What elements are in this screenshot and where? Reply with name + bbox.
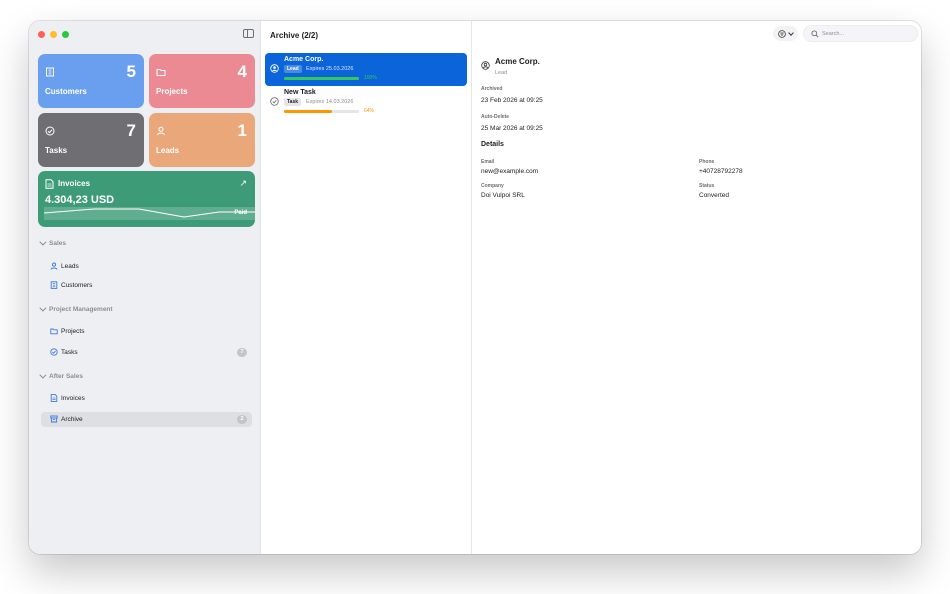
- checkmark-circle-icon: [45, 126, 55, 136]
- tasks-count: 7: [126, 121, 136, 140]
- sidebar-item-tasks-label: Tasks: [61, 349, 78, 356]
- folder-icon: [50, 328, 58, 335]
- list-item-tag: Task: [284, 98, 302, 106]
- invoices-sparkline: [44, 207, 255, 220]
- tile-projects[interactable]: 4 Projects: [149, 54, 255, 108]
- filter-button[interactable]: [773, 26, 798, 41]
- sidebar-item-customers[interactable]: Customers: [41, 278, 252, 293]
- archived-label: Archived: [481, 86, 503, 92]
- email-value: new@example.com: [481, 168, 539, 175]
- archive-count-badge: 2: [237, 415, 247, 424]
- detail-pane: Acme Corp. Lead Archived 23 Feb 2026 at …: [472, 21, 921, 554]
- customers-label: Customers: [45, 87, 87, 96]
- invoices-amount: 4.304,23 USD: [45, 194, 115, 206]
- leads-label: Leads: [156, 146, 180, 155]
- auto-delete-label: Auto-Delete: [481, 114, 510, 120]
- document-icon: [45, 179, 54, 189]
- customers-count: 5: [126, 62, 136, 81]
- phone-label: Phone: [699, 159, 715, 165]
- company-value: Doi Vulpoi SRL: [481, 192, 525, 199]
- list-title: Archive (2/2): [270, 31, 319, 40]
- list-item-expiry: Expires 25.03.2026: [306, 66, 354, 72]
- detail-name: Acme Corp.: [495, 57, 540, 66]
- list-item-tag: Lead: [284, 65, 302, 73]
- expand-arrow-icon[interactable]: ↗: [239, 178, 247, 189]
- sidebar-toggle-icon[interactable]: [243, 29, 254, 38]
- detail-type: Lead: [495, 70, 508, 76]
- folder-icon: [156, 69, 166, 76]
- archive-box-icon: [50, 415, 58, 423]
- projects-label: Projects: [156, 87, 188, 96]
- archived-value: 23 Feb 2026 at 09:25: [481, 97, 543, 104]
- sidebar-item-leads-label: Leads: [61, 263, 79, 270]
- tasks-count-badge: 7: [237, 348, 247, 357]
- list-item-title: Acme Corp.: [284, 56, 324, 63]
- search-icon: [811, 30, 819, 38]
- section-sales-title: Sales: [49, 240, 66, 247]
- progress-fill: [284, 77, 359, 80]
- section-project-management[interactable]: Project Management: [39, 304, 113, 313]
- tile-customers[interactable]: 5 Customers: [38, 54, 144, 108]
- section-sales[interactable]: Sales: [39, 238, 66, 247]
- chevron-down-icon: [788, 30, 794, 36]
- sidebar-item-leads[interactable]: Leads: [41, 259, 252, 274]
- chevron-down-icon: [39, 238, 47, 246]
- progress-bar: [284, 110, 359, 113]
- auto-delete-value: 25 Mar 2026 at 09:25: [481, 125, 543, 132]
- sidebar-item-projects[interactable]: Projects: [41, 324, 252, 339]
- phone-value: +40728792278: [699, 168, 743, 175]
- projects-count: 4: [237, 62, 247, 81]
- tile-leads[interactable]: 1 Leads: [149, 113, 255, 167]
- checkmark-circle-icon: [270, 97, 279, 106]
- sidebar-item-archive[interactable]: Archive 2: [41, 412, 252, 427]
- search-field[interactable]: [803, 25, 918, 42]
- list-item[interactable]: New Task Task Expires 14.03.2026 64%: [265, 86, 467, 119]
- sidebar-item-projects-label: Projects: [61, 328, 85, 335]
- list-pane: Archive (2/2) Acme Corp. Lead Expires 25…: [261, 21, 472, 554]
- chevron-down-icon: [39, 371, 47, 379]
- progress-percent: 64%: [364, 108, 375, 114]
- person-icon: [50, 262, 58, 270]
- progress-fill: [284, 110, 332, 113]
- sidebar-item-invoices[interactable]: Invoices: [41, 391, 252, 406]
- invoices-title: Invoices: [58, 179, 91, 188]
- zoom-window-button[interactable]: [62, 31, 69, 38]
- tile-tasks[interactable]: 7 Tasks: [38, 113, 144, 167]
- company-label: Company: [481, 183, 504, 189]
- invoices-card[interactable]: Invoices ↗ 4.304,23 USD Paid: [38, 171, 255, 227]
- list-item-title: New Task: [284, 89, 316, 96]
- app-window: 5 Customers 4 Projects 7 Tasks 1 Leads I…: [29, 21, 921, 554]
- invoices-status: Paid: [234, 210, 247, 216]
- list-item[interactable]: Acme Corp. Lead Expires 25.03.2026 100%: [265, 53, 467, 86]
- building-icon: [50, 281, 58, 289]
- list-item-expiry: Expires 14.03.2026: [306, 99, 354, 105]
- checkmark-circle-icon: [50, 348, 58, 356]
- person-icon: [157, 126, 165, 136]
- progress-bar: [284, 77, 359, 80]
- email-label: Email: [481, 159, 495, 165]
- section-project-management-title: Project Management: [49, 306, 113, 313]
- sidebar-item-customers-label: Customers: [61, 282, 93, 289]
- person-circle-icon: [270, 64, 279, 73]
- tasks-label: Tasks: [45, 146, 68, 155]
- person-circle-icon: [481, 61, 490, 70]
- building-icon: [46, 67, 54, 77]
- status-value: Converted: [699, 192, 729, 199]
- progress-percent: 100%: [364, 75, 377, 81]
- chevron-down-icon: [39, 304, 47, 312]
- details-title: Details: [481, 141, 504, 148]
- filter-icon: [778, 30, 786, 38]
- sidebar-item-tasks[interactable]: Tasks 7: [41, 345, 252, 360]
- sidebar: 5 Customers 4 Projects 7 Tasks 1 Leads I…: [29, 21, 261, 554]
- status-label: Status: [699, 183, 715, 189]
- section-after-sales[interactable]: After Sales: [39, 371, 83, 380]
- search-input[interactable]: [822, 28, 914, 39]
- section-after-sales-title: After Sales: [49, 373, 83, 380]
- leads-count: 1: [237, 121, 247, 140]
- minimize-window-button[interactable]: [50, 31, 57, 38]
- sidebar-item-archive-label: Archive: [61, 416, 83, 423]
- document-icon: [50, 394, 58, 402]
- sidebar-item-invoices-label: Invoices: [61, 395, 85, 402]
- close-window-button[interactable]: [38, 31, 45, 38]
